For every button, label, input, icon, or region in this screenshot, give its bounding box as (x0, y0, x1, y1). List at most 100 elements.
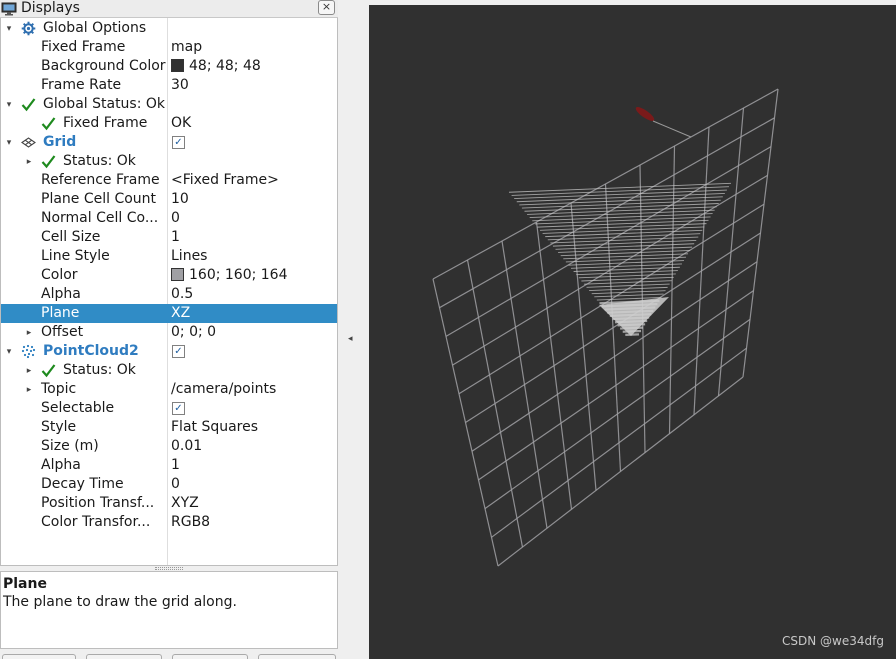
enabled-checkbox[interactable]: ✓ (172, 345, 185, 358)
tree-row[interactable]: Line Style Lines (1, 247, 337, 266)
tree-row[interactable]: Alpha 0.5 (1, 285, 337, 304)
splitter-handle[interactable] (155, 567, 183, 570)
panel-title: Displays (21, 0, 80, 16)
chevron-down-icon[interactable]: ▾ (4, 100, 14, 110)
property-value[interactable]: OK (171, 114, 191, 133)
property-value[interactable]: <Fixed Frame> (171, 171, 279, 190)
property-name: Plane Cell Count (41, 191, 157, 207)
panel-title-bar: Displays × (0, 0, 338, 18)
property-value[interactable]: 0.5 (171, 285, 193, 304)
tree-row[interactable]: Color 160; 160; 164 (1, 266, 337, 285)
property-name: Fixed Frame (63, 115, 148, 131)
tree-row[interactable]: Frame Rate 30 (1, 76, 337, 95)
tree-row[interactable]: ▸ Status: Ok (1, 152, 337, 171)
rename-button[interactable] (258, 654, 336, 659)
tree-row[interactable]: ▸ Offset 0; 0; 0 (1, 323, 337, 342)
close-icon[interactable]: × (318, 0, 335, 15)
point-cloud-stroke (583, 280, 672, 285)
add-button[interactable] (2, 654, 76, 659)
tree-row[interactable]: Background Color 48; 48; 48 (1, 57, 337, 76)
tree-row[interactable]: Reference Frame <Fixed Frame> (1, 171, 337, 190)
property-value[interactable]: 10 (171, 190, 189, 209)
tree-row[interactable]: Alpha 1 (1, 456, 337, 475)
rviz-window: Displays × ▾ Global Options Fixed Frame map… (0, 0, 896, 659)
tree-row[interactable]: ▾ Global Options (1, 19, 337, 38)
property-value[interactable]: /camera/points (171, 380, 276, 399)
chevron-down-icon[interactable]: ▾ (4, 347, 14, 357)
description-title: Plane (3, 576, 47, 592)
property-value[interactable]: 48; 48; 48 (171, 57, 261, 76)
property-name: Plane (41, 305, 80, 321)
tree-row[interactable]: Fixed Frame OK (1, 114, 337, 133)
grid-line (484, 318, 751, 510)
property-value[interactable]: Lines (171, 247, 207, 266)
property-tree[interactable]: ▾ Global Options Fixed Frame map Background … (0, 18, 338, 566)
tree-row[interactable]: Position Transf... XYZ (1, 494, 337, 513)
property-value-text: 0 (171, 210, 180, 226)
property-name: Reference Frame (41, 172, 160, 188)
property-value-text: RGB8 (171, 514, 211, 530)
point-cloud-stroke (529, 209, 715, 219)
chevron-right-icon[interactable]: ▸ (24, 366, 34, 376)
camera-marker (635, 107, 655, 121)
property-value[interactable]: 1 (171, 228, 180, 247)
chevron-right-icon[interactable]: ▸ (24, 385, 34, 395)
property-value[interactable]: 0 (171, 209, 180, 228)
tree-row[interactable]: Fixed Frame map (1, 38, 337, 57)
tree-row[interactable]: ▾ Global Status: Ok (1, 95, 337, 114)
tree-row[interactable]: Color Transfor... RGB8 (1, 513, 337, 532)
point-cloud-stroke (550, 236, 699, 244)
tree-row[interactable]: ▸ Topic/camera/points (1, 380, 337, 399)
color-swatch[interactable] (171, 268, 184, 281)
tree-row[interactable]: Style Flat Squares (1, 418, 337, 437)
tree-row[interactable]: Cell Size 1 (1, 228, 337, 247)
property-name: Style (41, 419, 77, 435)
tree-row[interactable]: Selectable ✓ (1, 399, 337, 418)
tree-row[interactable]: ▸ Status: Ok (1, 361, 337, 380)
chevron-down-icon[interactable]: ▾ (4, 24, 14, 34)
property-value[interactable]: map (171, 38, 202, 57)
property-value[interactable]: XZ (171, 304, 190, 323)
tree-row[interactable]: ▾ Grid ✓ (1, 133, 337, 152)
property-name: Normal Cell Co... (41, 210, 159, 226)
check-icon (41, 155, 56, 169)
property-value-text: 10 (171, 191, 189, 207)
property-name: Status: Ok (63, 362, 136, 378)
tree-row[interactable]: Plane XZ (1, 304, 337, 323)
remove-button[interactable] (172, 654, 248, 659)
color-swatch[interactable] (171, 59, 184, 72)
property-name: Cell Size (41, 229, 101, 245)
property-value[interactable]: 0 (171, 475, 180, 494)
tree-row[interactable]: Decay Time 0 (1, 475, 337, 494)
point-cloud-stroke (586, 283, 670, 288)
property-value[interactable]: 0.01 (171, 437, 202, 456)
property-value[interactable]: XYZ (171, 494, 199, 513)
camera-ray (652, 120, 692, 138)
gear-icon (21, 21, 36, 36)
enabled-checkbox[interactable]: ✓ (172, 136, 185, 149)
property-value[interactable]: 0; 0; 0 (171, 323, 216, 342)
tree-row[interactable]: Normal Cell Co... 0 (1, 209, 337, 228)
3d-viewport[interactable] (369, 5, 896, 659)
chevron-right-icon[interactable]: ▸ (24, 157, 34, 167)
property-value[interactable]: Flat Squares (171, 418, 258, 437)
pointcloud-icon (21, 344, 36, 359)
property-name: Global Options (43, 20, 147, 36)
tree-row[interactable]: Size (m) 0.01 (1, 437, 337, 456)
property-value-text: map (171, 39, 203, 55)
enabled-checkbox[interactable]: ✓ (172, 402, 185, 415)
duplicate-button[interactable] (86, 654, 162, 659)
property-value[interactable]: 1 (171, 456, 180, 475)
grid-render (432, 88, 779, 567)
property-value[interactable]: 160; 160; 164 (171, 266, 288, 285)
property-value[interactable]: RGB8 (171, 513, 210, 532)
property-value[interactable]: 30 (171, 76, 189, 95)
property-value-text: XYZ (171, 495, 199, 511)
property-value-text: <Fixed Frame> (171, 172, 279, 188)
property-name: Position Transf... (41, 495, 155, 511)
tree-row[interactable]: ▾ PointCloud2 ✓ (1, 342, 337, 361)
collapse-panel-icon[interactable]: ◂ (348, 334, 353, 344)
tree-row[interactable]: Plane Cell Count 10 (1, 190, 337, 209)
chevron-down-icon[interactable]: ▾ (4, 138, 14, 148)
chevron-right-icon[interactable]: ▸ (24, 328, 34, 338)
